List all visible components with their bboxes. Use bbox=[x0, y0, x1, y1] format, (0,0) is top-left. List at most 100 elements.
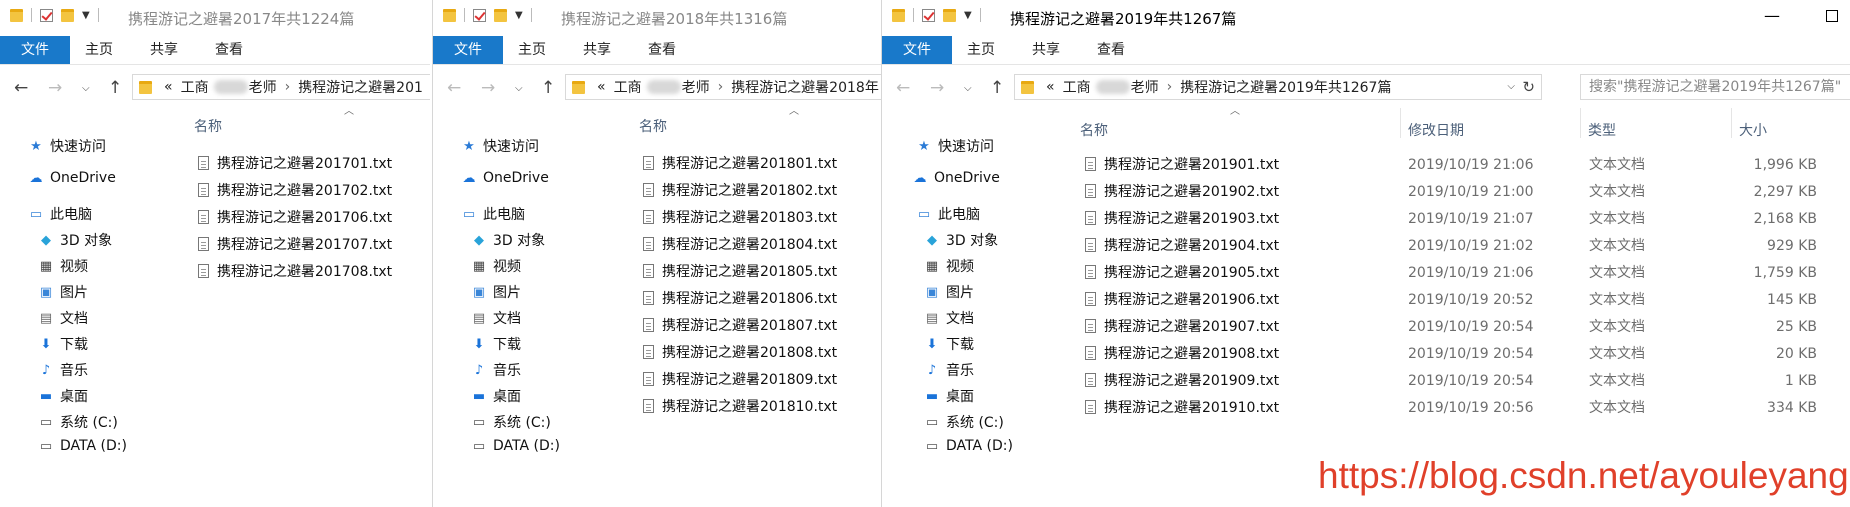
tab-share[interactable]: 共享 bbox=[150, 36, 178, 64]
breadcrumb-current[interactable]: 携程游记之避暑2018年 bbox=[731, 77, 879, 97]
nav-3d-objects[interactable]: ◆ 3D 对象 bbox=[471, 230, 545, 250]
tab-share[interactable]: 共享 bbox=[1032, 36, 1060, 64]
customize-toolbar-dropdown-icon[interactable]: ▼ bbox=[82, 10, 90, 21]
nav-desktop[interactable]: ▬ 桌面 bbox=[471, 386, 521, 406]
customize-toolbar-dropdown-icon[interactable]: ▼ bbox=[964, 10, 972, 21]
forward-arrow-icon[interactable]: → bbox=[930, 78, 944, 98]
breadcrumb-item[interactable]: 工商 bbox=[614, 77, 642, 97]
tab-home[interactable]: 主页 bbox=[967, 36, 995, 64]
breadcrumb-separator-icon[interactable]: › bbox=[285, 79, 291, 95]
nav-desktop[interactable]: ▬ 桌面 bbox=[924, 386, 974, 406]
file-row[interactable]: 携程游记之避暑201809.txt bbox=[643, 369, 837, 392]
nav-documents[interactable]: ▤ 文档 bbox=[924, 308, 974, 328]
file-row[interactable]: 携程游记之避暑201907.txt 2019/10/19 20:54 文本文档 25 … bbox=[1085, 316, 1845, 339]
file-row[interactable]: 携程游记之避暑201910.txt 2019/10/19 20:56 文本文档 334… bbox=[1085, 397, 1845, 420]
nav-desktop[interactable]: ▬ 桌面 bbox=[38, 386, 88, 406]
column-divider[interactable] bbox=[1731, 108, 1732, 138]
nav-drive-c[interactable]: ▭ 系统 (C:) bbox=[471, 412, 551, 432]
nav-this-pc[interactable]: ▭ 此电脑 bbox=[461, 204, 525, 224]
breadcrumb-overflow[interactable]: « bbox=[1046, 79, 1055, 95]
file-row[interactable]: 携程游记之避暑201708.txt bbox=[198, 261, 392, 284]
nav-onedrive[interactable]: ☁ OneDrive bbox=[912, 170, 1000, 186]
breadcrumb-item[interactable]: 工商 bbox=[1063, 77, 1091, 97]
file-row[interactable]: 携程游记之避暑201803.txt bbox=[643, 207, 837, 230]
address-dropdown-chevron-icon[interactable]: ⌵ bbox=[1507, 81, 1515, 92]
file-row[interactable]: 携程游记之避暑201806.txt bbox=[643, 288, 837, 311]
breadcrumb-item[interactable]: 老师 bbox=[249, 77, 277, 97]
nav-onedrive[interactable]: ☁ OneDrive bbox=[28, 170, 116, 186]
new-folder-icon[interactable] bbox=[494, 8, 507, 22]
nav-videos[interactable]: ▦ 视频 bbox=[924, 256, 974, 276]
breadcrumb-separator-icon[interactable]: › bbox=[1167, 79, 1173, 95]
breadcrumb-current[interactable]: 携程游记之避暑2019年共1267篇 bbox=[1180, 77, 1391, 97]
column-header-type[interactable]: 类型 bbox=[1588, 120, 1616, 140]
tab-home[interactable]: 主页 bbox=[85, 36, 113, 64]
nav-drive-d[interactable]: ▭ DATA (D:) bbox=[924, 438, 1013, 454]
file-row[interactable]: 携程游记之避暑201901.txt 2019/10/19 21:06 文本文档 1,9… bbox=[1085, 154, 1845, 177]
nav-videos[interactable]: ▦ 视频 bbox=[471, 256, 521, 276]
properties-icon[interactable] bbox=[473, 8, 486, 22]
nav-pictures[interactable]: ▣ 图片 bbox=[38, 282, 88, 302]
nav-this-pc[interactable]: ▭ 此电脑 bbox=[916, 204, 980, 224]
address-bar[interactable]: « 工商 老师 › 携程游记之避暑2019年共1267篇 ⌵ ↻ bbox=[1014, 74, 1542, 100]
column-header-name[interactable]: 名称 bbox=[639, 116, 667, 136]
file-row[interactable]: 携程游记之避暑201701.txt bbox=[198, 153, 392, 176]
nav-music[interactable]: ♪ 音乐 bbox=[471, 360, 521, 380]
breadcrumb-item[interactable]: 工商 bbox=[181, 77, 209, 97]
minimize-button[interactable]: — bbox=[1764, 6, 1780, 25]
breadcrumb-overflow[interactable]: « bbox=[164, 79, 173, 95]
file-row[interactable]: 携程游记之避暑201706.txt bbox=[198, 207, 392, 230]
file-row[interactable]: 携程游记之避暑201903.txt 2019/10/19 21:07 文本文档 2,1… bbox=[1085, 208, 1845, 231]
nav-drive-c[interactable]: ▭ 系统 (C:) bbox=[924, 412, 1004, 432]
nav-3d-objects[interactable]: ◆ 3D 对象 bbox=[38, 230, 112, 250]
file-row[interactable]: 携程游记之避暑201804.txt bbox=[643, 234, 837, 257]
up-arrow-icon[interactable]: ↑ bbox=[541, 78, 555, 98]
file-row[interactable]: 携程游记之避暑201902.txt 2019/10/19 21:00 文本文档 2,2… bbox=[1085, 181, 1845, 204]
nav-this-pc[interactable]: ▭ 此电脑 bbox=[28, 204, 92, 224]
breadcrumb-overflow[interactable]: « bbox=[597, 79, 606, 95]
nav-videos[interactable]: ▦ 视频 bbox=[38, 256, 88, 276]
properties-icon[interactable] bbox=[40, 8, 53, 22]
tab-home[interactable]: 主页 bbox=[518, 36, 546, 64]
column-header-name[interactable]: 名称 bbox=[1080, 120, 1108, 140]
address-bar[interactable]: « 工商 老师 › 携程游记之避暑201 bbox=[132, 74, 430, 100]
recent-locations-chevron-icon[interactable]: ⌵ bbox=[964, 83, 972, 94]
file-row[interactable]: 携程游记之避暑201904.txt 2019/10/19 21:02 文本文档 929… bbox=[1085, 235, 1845, 258]
file-row[interactable]: 携程游记之避暑201801.txt bbox=[643, 153, 837, 176]
recent-locations-chevron-icon[interactable]: ⌵ bbox=[82, 83, 90, 94]
nav-3d-objects[interactable]: ◆ 3D 对象 bbox=[924, 230, 998, 250]
nav-quick-access[interactable]: ★ 快速访问 bbox=[916, 136, 994, 156]
file-row[interactable]: 携程游记之避暑201702.txt bbox=[198, 180, 392, 203]
up-arrow-icon[interactable]: ↑ bbox=[990, 78, 1004, 98]
nav-downloads[interactable]: ⬇ 下载 bbox=[924, 334, 974, 354]
column-divider[interactable] bbox=[1400, 108, 1401, 138]
file-row[interactable]: 携程游记之避暑201805.txt bbox=[643, 261, 837, 284]
recent-locations-chevron-icon[interactable]: ⌵ bbox=[515, 83, 523, 94]
back-arrow-icon[interactable]: ← bbox=[896, 78, 910, 98]
tab-file[interactable]: 文件 bbox=[433, 36, 503, 64]
forward-arrow-icon[interactable]: → bbox=[481, 78, 495, 98]
tab-view[interactable]: 查看 bbox=[648, 36, 676, 64]
file-row[interactable]: 携程游记之避暑201810.txt bbox=[643, 396, 837, 419]
column-divider[interactable] bbox=[1580, 108, 1581, 138]
nav-pictures[interactable]: ▣ 图片 bbox=[924, 282, 974, 302]
nav-downloads[interactable]: ⬇ 下载 bbox=[38, 334, 88, 354]
column-header-size[interactable]: 大小 bbox=[1739, 120, 1767, 140]
tab-view[interactable]: 查看 bbox=[215, 36, 243, 64]
refresh-icon[interactable]: ↻ bbox=[1522, 78, 1535, 96]
file-row[interactable]: 携程游记之避暑201906.txt 2019/10/19 20:52 文本文档 145… bbox=[1085, 289, 1845, 312]
nav-pictures[interactable]: ▣ 图片 bbox=[471, 282, 521, 302]
column-header-modified[interactable]: 修改日期 bbox=[1408, 120, 1464, 140]
nav-onedrive[interactable]: ☁ OneDrive bbox=[461, 170, 549, 186]
file-row[interactable]: 携程游记之避暑201908.txt 2019/10/19 20:54 文本文档 20 … bbox=[1085, 343, 1845, 366]
file-row[interactable]: 携程游记之避暑201909.txt 2019/10/19 20:54 文本文档 1 K… bbox=[1085, 370, 1845, 393]
column-header-name[interactable]: 名称 bbox=[194, 116, 222, 136]
back-arrow-icon[interactable]: ← bbox=[447, 78, 461, 98]
new-folder-icon[interactable] bbox=[943, 8, 956, 22]
breadcrumb-separator-icon[interactable]: › bbox=[718, 79, 724, 95]
up-arrow-icon[interactable]: ↑ bbox=[108, 78, 122, 98]
customize-toolbar-dropdown-icon[interactable]: ▼ bbox=[515, 10, 523, 21]
new-folder-icon[interactable] bbox=[61, 8, 74, 22]
file-row[interactable]: 携程游记之避暑201802.txt bbox=[643, 180, 837, 203]
breadcrumb-current[interactable]: 携程游记之避暑201 bbox=[298, 77, 423, 97]
